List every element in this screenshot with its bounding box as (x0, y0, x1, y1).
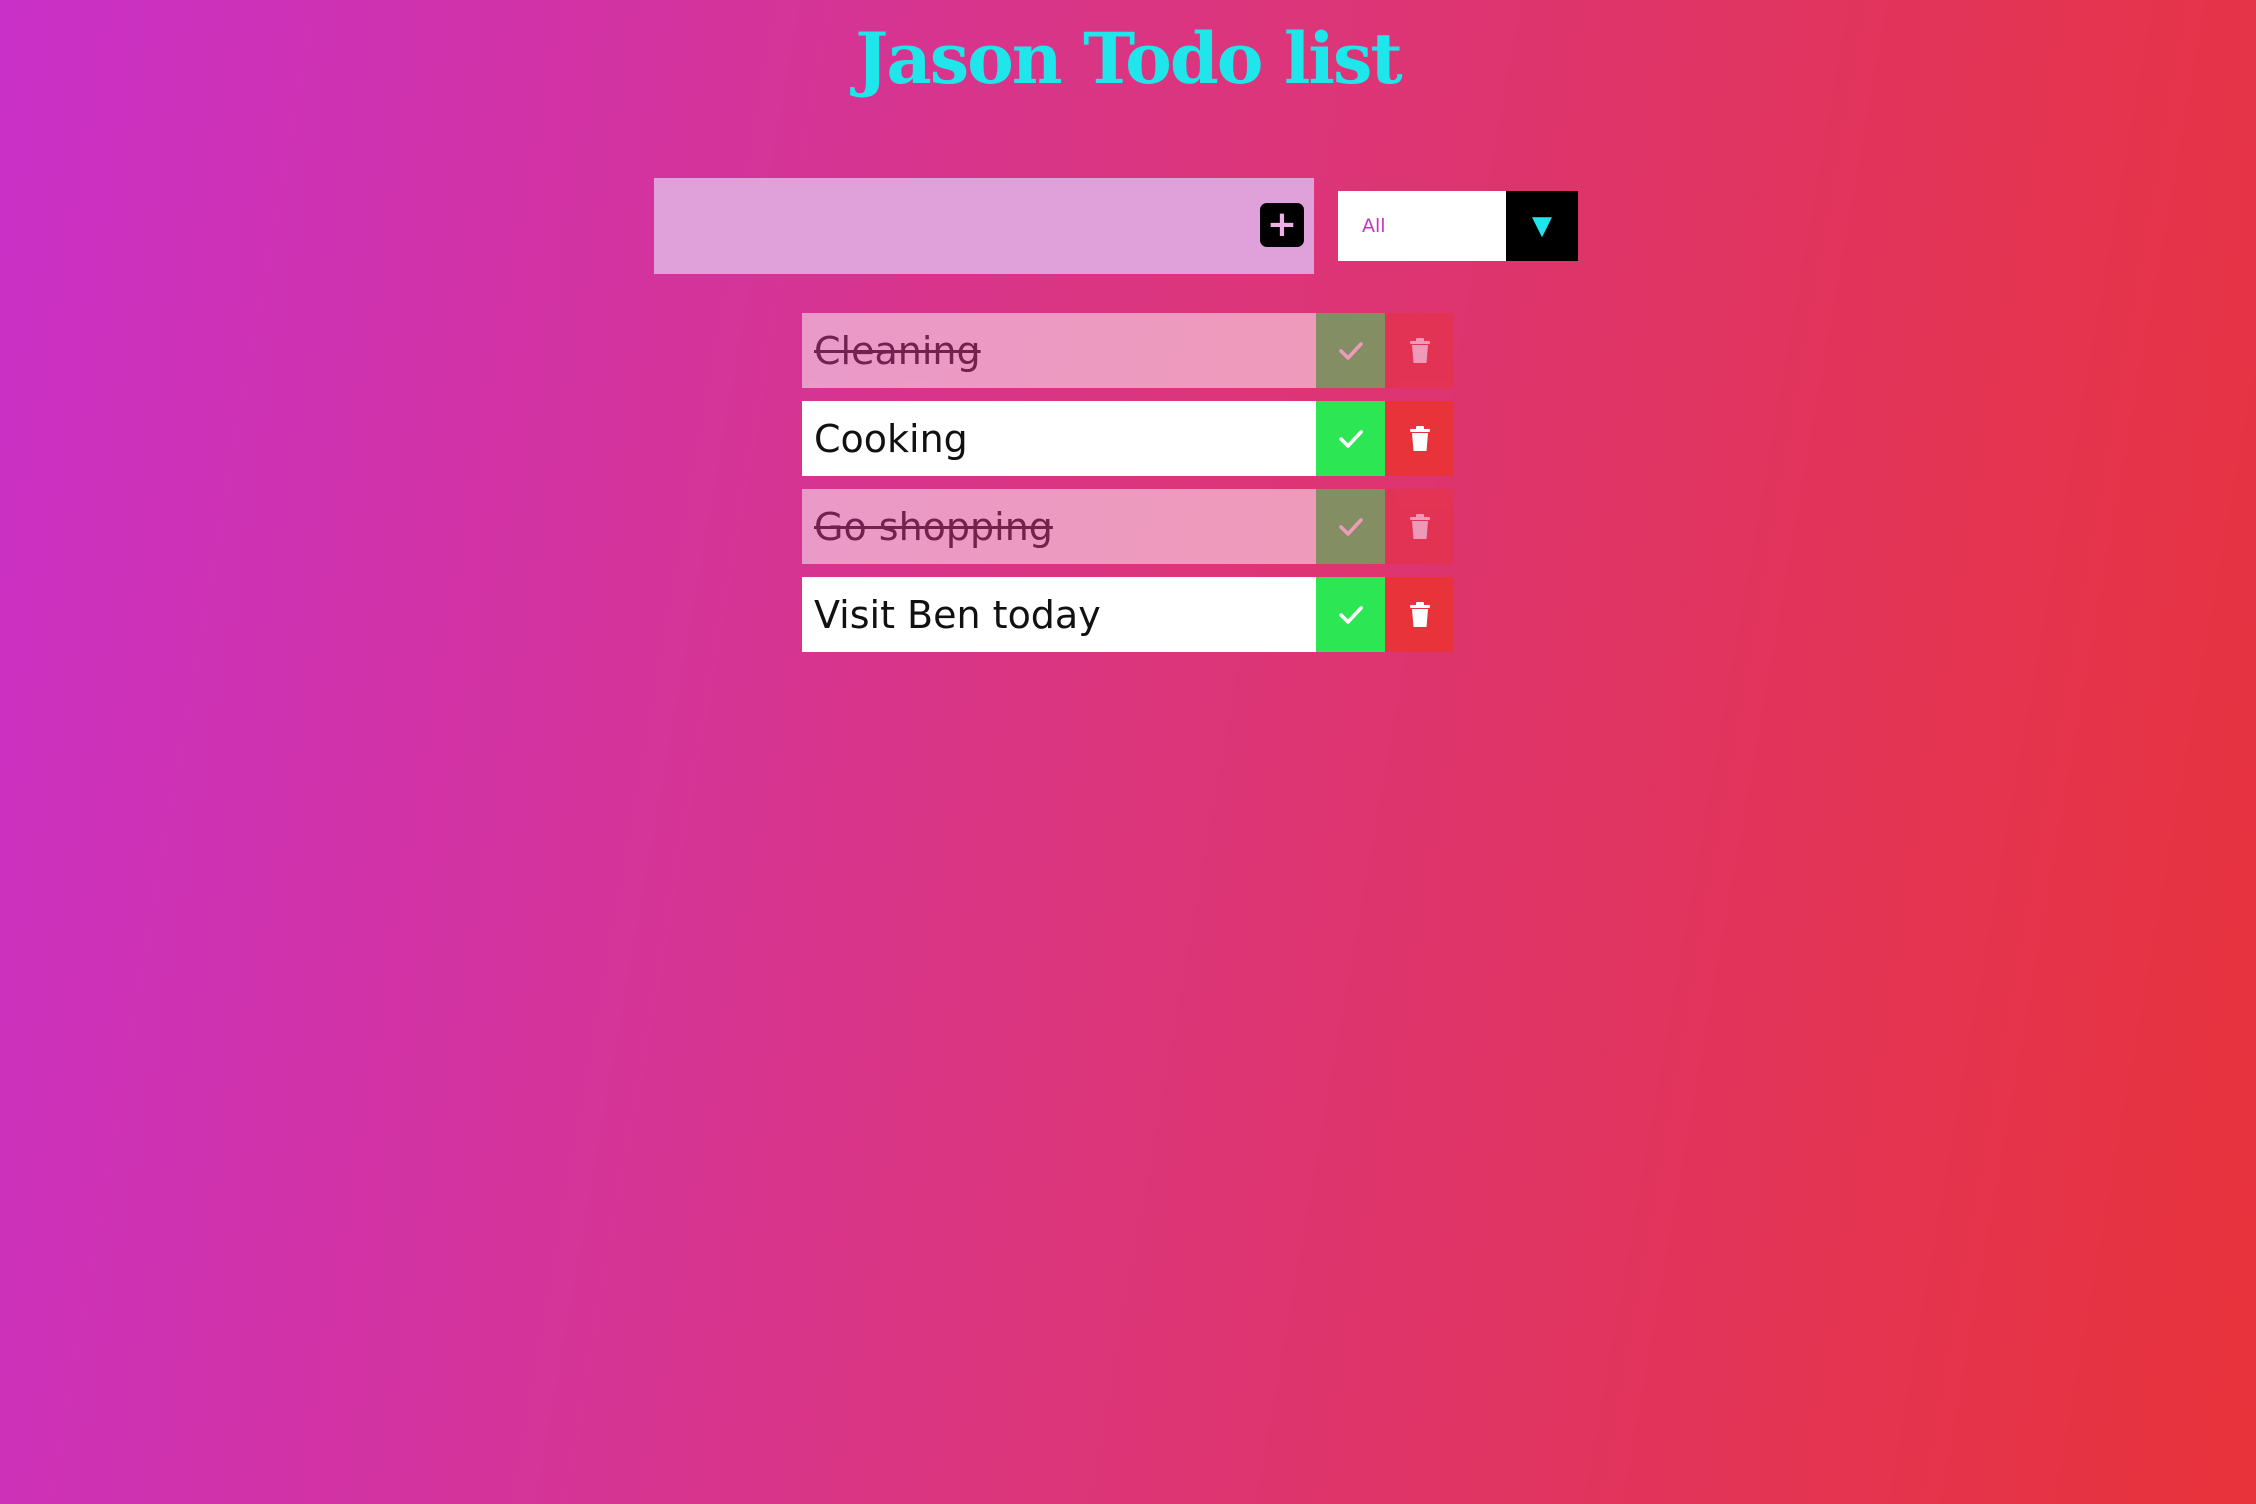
todo-text-container: Go shopping (802, 489, 1316, 564)
todo-input[interactable] (654, 178, 1254, 274)
plus-icon: + (1266, 204, 1298, 245)
app-title: Jason Todo list (855, 17, 1403, 100)
complete-button[interactable] (1316, 577, 1385, 652)
todo-text: Visit Ben today (814, 592, 1101, 637)
chevron-down-icon: ▼ (1532, 211, 1552, 241)
check-icon (1338, 341, 1363, 360)
todo-list: Cleaning Cooking Go shopping Visit Ben t… (802, 313, 1454, 665)
complete-button[interactable] (1316, 313, 1385, 388)
todo-text-container: Cooking (802, 401, 1316, 476)
filter-selected-value: All (1362, 215, 1386, 237)
trash-icon (1409, 337, 1430, 363)
todo-text: Go shopping (814, 504, 1053, 549)
complete-button[interactable] (1316, 489, 1385, 564)
add-todo-button[interactable]: + (1260, 203, 1304, 247)
todo-item: Visit Ben today (802, 577, 1454, 652)
check-icon (1338, 429, 1363, 448)
delete-button[interactable] (1385, 401, 1454, 476)
todo-text-container: Cleaning (802, 313, 1316, 388)
todo-item: Cleaning (802, 313, 1454, 388)
trash-icon (1409, 513, 1430, 539)
filter-select[interactable]: All ▼ (1338, 191, 1578, 261)
filter-dropdown-button[interactable]: ▼ (1506, 191, 1578, 261)
delete-button[interactable] (1385, 489, 1454, 564)
delete-button[interactable] (1385, 577, 1454, 652)
trash-icon (1409, 425, 1430, 451)
check-icon (1338, 605, 1363, 624)
todo-input-container: + (654, 178, 1314, 274)
todo-item: Cooking (802, 401, 1454, 476)
todo-item: Go shopping (802, 489, 1454, 564)
todo-text: Cleaning (814, 328, 981, 373)
todo-text: Cooking (814, 416, 968, 461)
todo-text-container: Visit Ben today (802, 577, 1316, 652)
delete-button[interactable] (1385, 313, 1454, 388)
trash-icon (1409, 601, 1430, 627)
check-icon (1338, 517, 1363, 536)
complete-button[interactable] (1316, 401, 1385, 476)
